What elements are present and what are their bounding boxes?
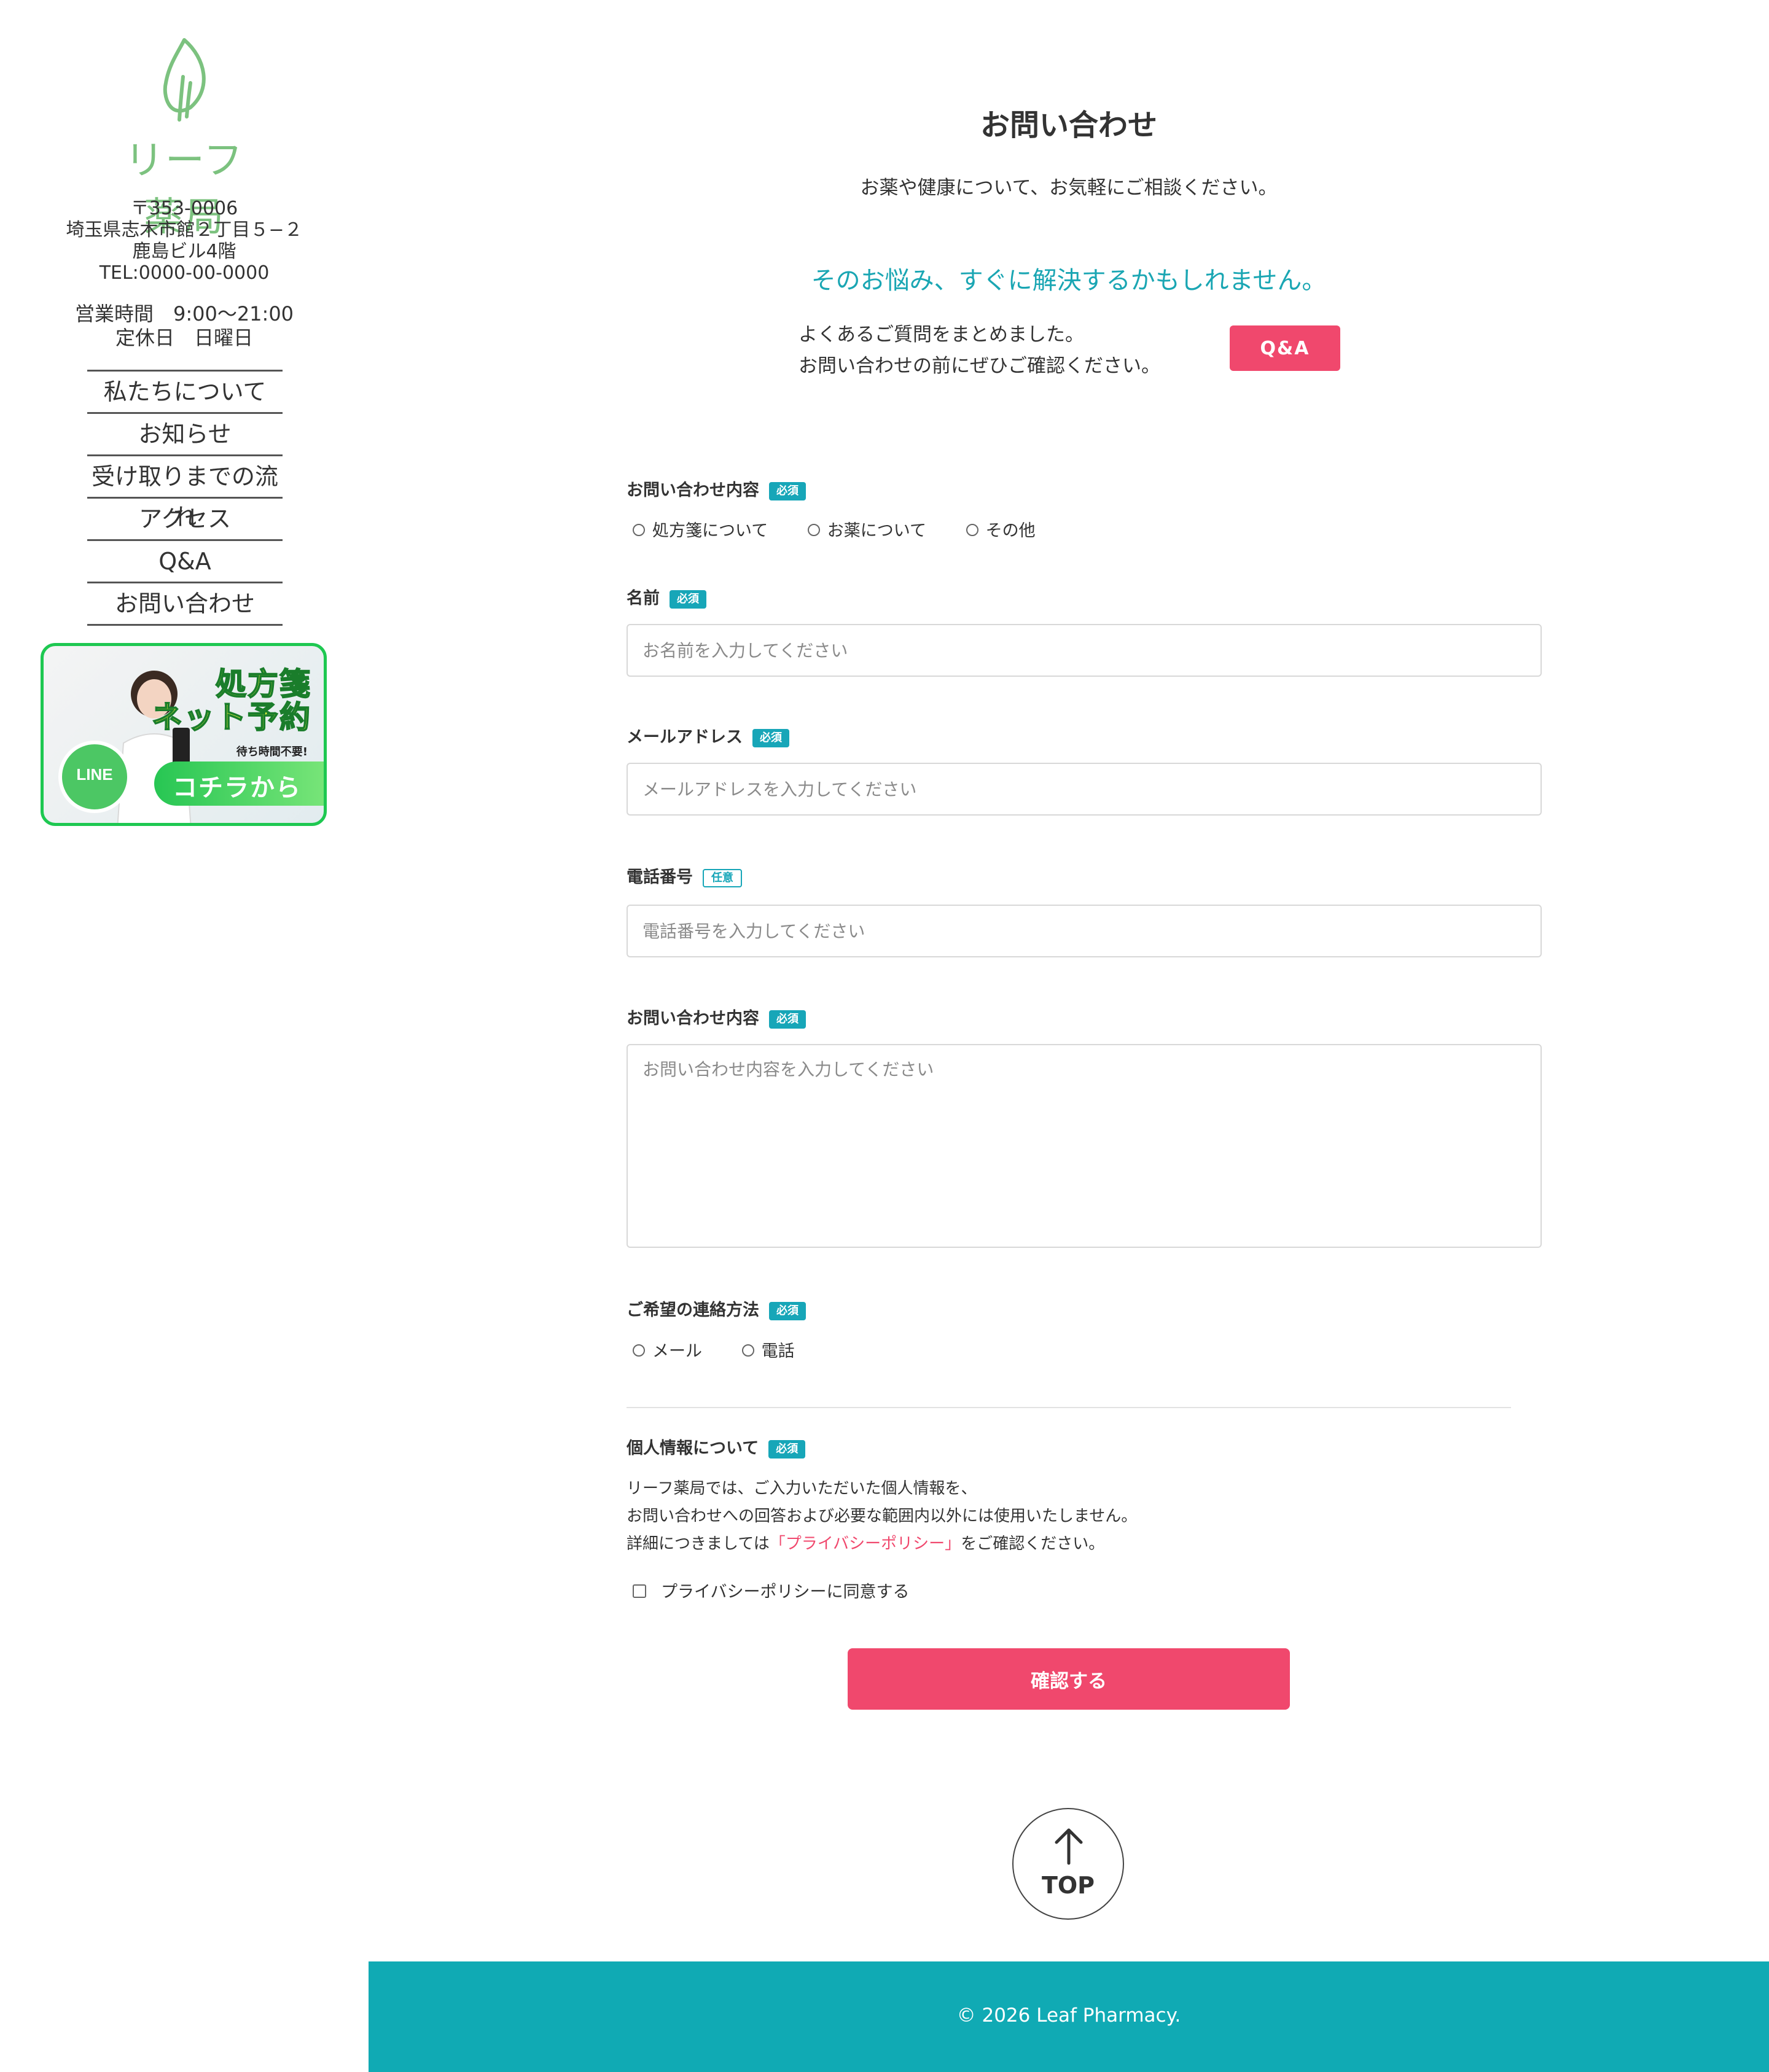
arrow-up-icon <box>1055 1828 1083 1865</box>
radio-phone[interactable]: 電話 <box>741 1338 795 1361</box>
hours-open: 営業時間 9:00〜21:00 <box>74 302 294 325</box>
business-hours: 営業時間 9:00〜21:00 定休日 日曜日 <box>0 302 369 350</box>
privacy-line-2: お問い合わせへの回答および必要な範囲内以外には使用いたしません。 <box>627 1507 1138 1525</box>
agree-checkbox[interactable] <box>633 1584 646 1598</box>
nav-item-news[interactable]: お知らせ <box>87 414 283 456</box>
privacy-line-3: 詳細につきましては「プライバシーポリシー」をご確認ください。 <box>627 1530 1137 1558</box>
inquiry-type-radios: 処方箋について お薬について その他 <box>633 517 1070 541</box>
contact-method-radios: メール 電話 <box>633 1338 829 1361</box>
banner-cta-label: コチラから <box>173 774 302 802</box>
radio-other[interactable]: その他 <box>966 517 1036 541</box>
nav-item-about[interactable]: 私たちについて <box>87 372 283 414</box>
radio-circle-icon[interactable] <box>966 523 978 536</box>
radio-circle-icon[interactable] <box>741 1344 754 1357</box>
privacy-line-3-suffix: をご確認ください。 <box>961 1535 1105 1553</box>
optional-badge: 任意 <box>703 868 742 887</box>
name-label-text: 名前 <box>627 589 660 608</box>
required-badge: 必須 <box>769 1010 806 1029</box>
radio-label: メール <box>652 1342 702 1361</box>
nav-item-flow[interactable]: 受け取りまでの流れ <box>87 456 283 531</box>
phone-label-text: 電話番号 <box>627 868 693 887</box>
nav-item-contact[interactable]: お問い合わせ <box>87 583 283 626</box>
contact-method-label-text: ご希望の連絡方法 <box>627 1301 759 1320</box>
line-label: LINE <box>76 765 113 784</box>
inquiry-type-label-text: お問い合わせ内容 <box>627 481 759 500</box>
copyright: © 2026 Leaf Pharmacy. <box>956 2004 1181 2027</box>
phone-label: 電話番号 任意 <box>627 863 742 887</box>
section-divider <box>627 1407 1511 1408</box>
required-badge: 必須 <box>769 1301 806 1320</box>
required-badge: 必須 <box>670 590 706 609</box>
radio-label: 処方箋について <box>652 521 768 540</box>
address-block: 〒353-0006 埼玉県志木市館２丁目５−２ 鹿島ビル4階 TEL:0000-… <box>0 198 369 284</box>
name-label: 名前 必須 <box>627 585 706 609</box>
privacy-text: リーフ薬局では、ご入力いただいた個人情報を、 お問い合わせへの回答および必要な範… <box>627 1475 1137 1558</box>
confirm-button[interactable]: 確認する <box>848 1648 1290 1710</box>
sidebar-nav: 私たちについて お知らせ 受け取りまでの流れ アクセス Q&A お問い合わせ <box>87 370 283 626</box>
radio-label: その他 <box>985 521 1036 540</box>
line-icon: LINE <box>58 741 131 813</box>
faq-line-1: よくあるご質問をまとめました。 <box>799 324 1084 346</box>
page-lead: お薬や健康について、お気軽にご相談ください。 <box>860 177 1278 199</box>
sidebar: リーフ薬局 〒353-0006 埼玉県志木市館２丁目５−２ 鹿島ビル4階 TEL… <box>0 0 369 860</box>
prescription-banner[interactable]: LINE 処方箋 ネット予約 待ち時間不要! コチラから <box>41 643 327 826</box>
inquiry-type-label: お問い合わせ内容 必須 <box>627 477 806 500</box>
message-label-text: お問い合わせ内容 <box>627 1009 759 1028</box>
radio-label: お薬について <box>827 521 926 540</box>
radio-medicine[interactable]: お薬について <box>807 517 926 541</box>
banner-cta[interactable]: コチラから <box>154 761 324 806</box>
footer: © 2026 Leaf Pharmacy. <box>369 1961 1769 2072</box>
banner-subtitle: 待ち時間不要! <box>236 746 308 758</box>
faq-heading: そのお悩み、すぐに解決するかもしれません。 <box>811 267 1327 295</box>
name-input[interactable] <box>627 624 1542 677</box>
faq-text: よくあるご質問をまとめました。 お問い合わせの前にぜひご確認ください。 <box>799 319 1160 382</box>
contact-method-label: ご希望の連絡方法 必須 <box>627 1296 806 1320</box>
message-textarea[interactable] <box>627 1044 1542 1248</box>
privacy-line-1: リーフ薬局では、ご入力いただいた個人情報を、 <box>627 1479 977 1498</box>
banner-title-2: ネット予約 <box>151 699 311 736</box>
address-line1: 埼玉県志木市館２丁目５−２ <box>66 219 303 241</box>
nav-item-access[interactable]: アクセス <box>87 499 283 541</box>
faq-line-2: お問い合わせの前にぜひご確認ください。 <box>799 355 1160 377</box>
radio-circle-icon[interactable] <box>633 1344 645 1357</box>
leaf-icon <box>163 38 206 122</box>
email-input[interactable] <box>627 763 1542 816</box>
radio-prescription[interactable]: 処方箋について <box>633 517 768 541</box>
required-badge: 必須 <box>769 481 806 500</box>
radio-label: 電話 <box>761 1342 795 1361</box>
phone-input[interactable] <box>627 905 1542 957</box>
hours-closed: 定休日 日曜日 <box>115 326 253 349</box>
email-label: メールアドレス 必須 <box>627 723 789 747</box>
privacy-agree[interactable]: プライバシーポリシーに同意する <box>633 1578 909 1602</box>
address-tel: TEL:0000-00-0000 <box>99 262 270 284</box>
privacy-label-text: 個人情報について <box>627 1439 759 1458</box>
back-to-top-button[interactable]: TOP <box>1012 1808 1124 1920</box>
radio-circle-icon[interactable] <box>807 523 820 536</box>
required-badge: 必須 <box>768 1439 806 1459</box>
agree-label: プライバシーポリシーに同意する <box>661 1583 910 1602</box>
radio-circle-icon[interactable] <box>633 523 645 536</box>
message-label: お問い合わせ内容 必須 <box>627 1005 806 1029</box>
address-zip: 〒353-0006 <box>130 198 238 219</box>
privacy-line-3-prefix: 詳細につきましては <box>627 1535 770 1553</box>
privacy-label: 個人情報について 必須 <box>627 1435 806 1459</box>
address-line2: 鹿島ビル4階 <box>132 241 236 262</box>
privacy-policy-link[interactable]: 「プライバシーポリシー」 <box>770 1535 961 1553</box>
qa-button[interactable]: Q&A <box>1230 325 1340 371</box>
nav-item-qa[interactable]: Q&A <box>87 541 283 583</box>
required-badge: 必須 <box>752 728 789 747</box>
logo[interactable]: リーフ薬局 <box>104 34 264 240</box>
email-label-text: メールアドレス <box>627 728 743 747</box>
back-to-top-label: TOP <box>1041 1872 1095 1899</box>
page-title: お問い合わせ <box>980 108 1157 142</box>
radio-email[interactable]: メール <box>633 1338 702 1361</box>
